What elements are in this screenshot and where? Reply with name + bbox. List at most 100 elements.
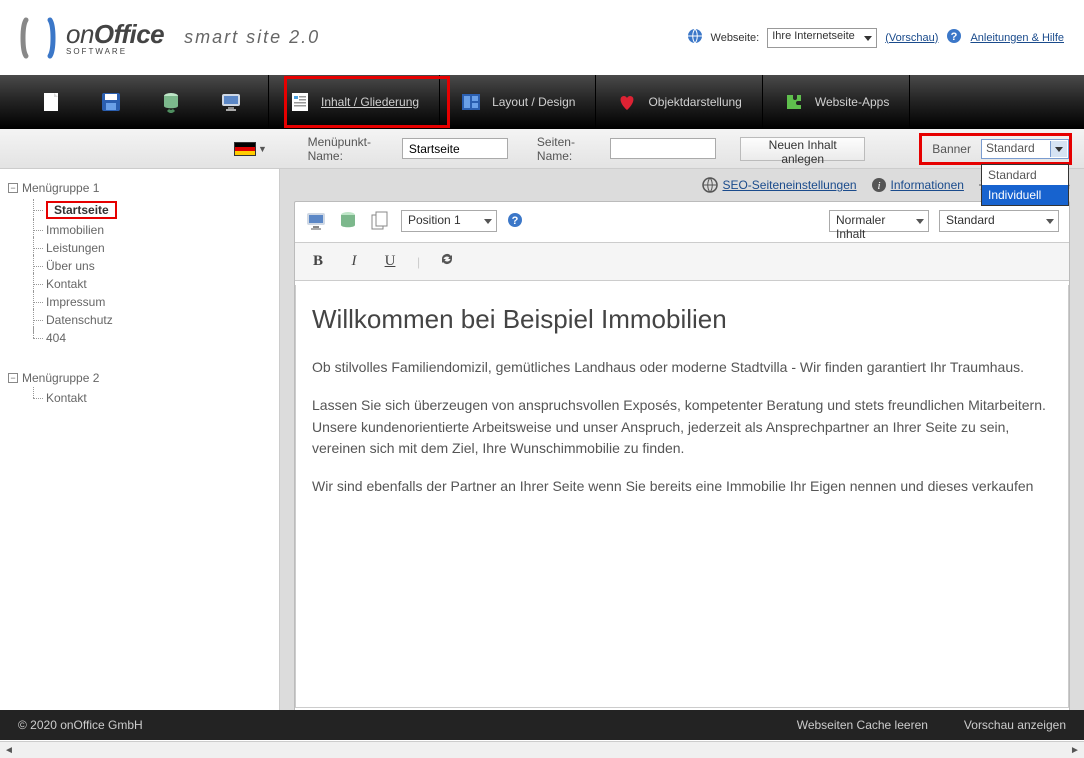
banner-select[interactable]: Standard — [981, 139, 1069, 159]
nav-tabs: Inhalt / Gliederung Layout / Design Obje… — [268, 75, 910, 129]
svg-text:i: i — [877, 180, 880, 192]
content-icon — [289, 91, 311, 113]
editor-help-icon[interactable]: ? — [507, 212, 523, 231]
nav-icon-row — [40, 91, 242, 113]
brand-name: onOffice — [66, 19, 164, 50]
layout-icon — [460, 91, 482, 113]
brand: onOffice SOFTWARE smart site 2.0 — [20, 16, 320, 60]
monitor-icon[interactable] — [220, 91, 242, 113]
tab-inhalt[interactable]: Inhalt / Gliederung — [269, 75, 440, 129]
scroll-right-icon[interactable]: ► — [1068, 743, 1082, 757]
neuen-inhalt-button[interactable]: Neuen Inhalt anlegen — [740, 137, 865, 161]
banner-label: Banner — [932, 142, 971, 156]
sidebar-tree[interactable]: − Menügruppe 1 Startseite Immobilien Lei… — [0, 169, 279, 729]
heart-icon — [616, 91, 638, 113]
position-select[interactable]: Position 1 — [401, 210, 497, 232]
seiten-label: Seiten-Name: — [537, 135, 598, 163]
template-select[interactable]: Standard — [939, 210, 1059, 232]
tree-item-immobilien[interactable]: Immobilien — [30, 221, 279, 239]
horizontal-scrollbar[interactable]: ◄ ► — [0, 741, 1084, 758]
vorschau-link[interactable]: (Vorschau) — [885, 32, 938, 44]
sidebar: − Menügruppe 1 Startseite Immobilien Lei… — [0, 169, 280, 729]
svg-text:?: ? — [951, 31, 958, 43]
tab-objekt-label: Objektdarstellung — [648, 95, 741, 109]
editor-body[interactable]: Willkommen bei Beispiel Immobilien Ob st… — [295, 285, 1069, 708]
footer: © 2020 onOffice GmbH Webseiten Cache lee… — [0, 710, 1084, 740]
webseite-select[interactable]: Ihre Internetseite — [767, 28, 877, 48]
tree-item-group2-kontakt[interactable]: Kontakt — [30, 389, 279, 407]
content-area: − Menügruppe 1 Startseite Immobilien Lei… — [0, 169, 1084, 729]
help-icon: ? — [946, 28, 962, 47]
tree-group-2-label: Menügruppe 2 — [22, 371, 99, 385]
tree-item-404[interactable]: 404 — [30, 329, 279, 347]
menupunkt-input[interactable] — [402, 138, 508, 159]
svg-text:?: ? — [512, 215, 519, 227]
brand-tagline: smart site 2.0 — [184, 27, 320, 48]
panel-links: SEO-Seiteneinstellungen i Informationen … — [294, 177, 1070, 193]
banner-group: Banner Standard Standard Individuell — [919, 133, 1072, 165]
help-link[interactable]: Anleitungen & Hilfe — [970, 32, 1064, 44]
banner-dropdown: Standard Individuell — [981, 164, 1069, 206]
menupunkt-label: Menüpunkt-Name: — [308, 135, 390, 163]
tree-item-kontakt[interactable]: Kontakt — [30, 275, 279, 293]
tree-group-2-header[interactable]: − Menügruppe 2 — [8, 371, 279, 385]
footer-vorschau-link[interactable]: Vorschau anzeigen — [964, 718, 1066, 732]
banner-option-individuell[interactable]: Individuell — [982, 185, 1068, 205]
brand-logo: onOffice SOFTWARE — [20, 16, 164, 60]
tab-layout-label: Layout / Design — [492, 95, 575, 109]
editor-copy-icon[interactable] — [369, 210, 391, 232]
underline-button[interactable]: U — [381, 253, 399, 270]
globe-icon — [702, 177, 718, 193]
editor-monitor-icon[interactable] — [305, 210, 327, 232]
info-icon: i — [871, 177, 887, 193]
save-icon[interactable] — [100, 91, 122, 113]
tree-group-2: − Menügruppe 2 Kontakt — [18, 371, 279, 407]
banner-option-standard[interactable]: Standard — [982, 165, 1068, 185]
tree-item-startseite[interactable]: Startseite — [30, 199, 279, 221]
tree-group-1-label: Menügruppe 1 — [22, 181, 99, 195]
refresh-button[interactable] — [438, 251, 456, 272]
info-link[interactable]: i Informationen — [871, 177, 964, 193]
content-p2: Lassen Sie sich überzeugen von anspruchs… — [312, 395, 1052, 460]
content-p1: Ob stilvolles Familiendomizil, gemütlich… — [312, 357, 1052, 379]
webseite-label: Webseite: — [711, 32, 760, 44]
content-heading: Willkommen bei Beispiel Immobilien — [312, 299, 1052, 339]
collapse-icon[interactable]: − — [8, 373, 18, 383]
page-toolbar: ▼ Menüpunkt-Name: Seiten-Name: Neuen Inh… — [0, 129, 1084, 169]
footer-copyright: © 2020 onOffice GmbH — [18, 718, 143, 732]
editor-toolbar: Position 1 ? Normaler Inhalt Standard — [305, 210, 1059, 238]
footer-cache-link[interactable]: Webseiten Cache leeren — [797, 718, 928, 732]
editor-box: Position 1 ? Normaler Inhalt Standard B … — [294, 201, 1070, 721]
tab-objekt[interactable]: Objektdarstellung — [596, 75, 762, 129]
tree-item-leistungen[interactable]: Leistungen — [30, 239, 279, 257]
content-p3: Wir sind ebenfalls der Partner an Ihrer … — [312, 476, 1052, 498]
tree-group-1: − Menügruppe 1 Startseite Immobilien Lei… — [18, 181, 279, 347]
seiten-input[interactable] — [610, 138, 716, 159]
seo-link[interactable]: SEO-Seiteneinstellungen — [702, 177, 856, 193]
main-panel: SEO-Seiteneinstellungen i Informationen … — [280, 169, 1084, 729]
italic-button[interactable]: I — [345, 253, 363, 270]
puzzle-icon — [783, 91, 805, 113]
scroll-left-icon[interactable]: ◄ — [2, 743, 16, 757]
new-page-icon[interactable] — [40, 91, 62, 113]
bold-button[interactable]: B — [309, 253, 327, 270]
tab-inhalt-label: Inhalt / Gliederung — [321, 95, 419, 109]
editor-trash-icon[interactable] — [337, 210, 359, 232]
editor-format-row: B I U | — [295, 242, 1069, 281]
content-type-select[interactable]: Normaler Inhalt — [829, 210, 929, 232]
tree-item-impressum[interactable]: Impressum — [30, 293, 279, 311]
tab-layout[interactable]: Layout / Design — [440, 75, 596, 129]
topbar-right: Webseite: Ihre Internetseite (Vorschau) … — [687, 28, 1064, 48]
flag-icon[interactable]: ▼ — [234, 142, 267, 156]
tab-apps[interactable]: Website-Apps — [763, 75, 910, 129]
brand-mark-icon — [20, 16, 56, 60]
tree-item-datenschutz[interactable]: Datenschutz — [30, 311, 279, 329]
tree-group-1-header[interactable]: − Menügruppe 1 — [8, 181, 279, 195]
trash-icon[interactable] — [160, 91, 182, 113]
main-nav: Inhalt / Gliederung Layout / Design Obje… — [0, 75, 1084, 129]
globe-icon — [687, 28, 703, 47]
collapse-icon[interactable]: − — [8, 183, 18, 193]
tree-item-ueberuns[interactable]: Über uns — [30, 257, 279, 275]
tab-apps-label: Website-Apps — [815, 95, 889, 109]
topbar: onOffice SOFTWARE smart site 2.0 Webseit… — [0, 0, 1084, 75]
